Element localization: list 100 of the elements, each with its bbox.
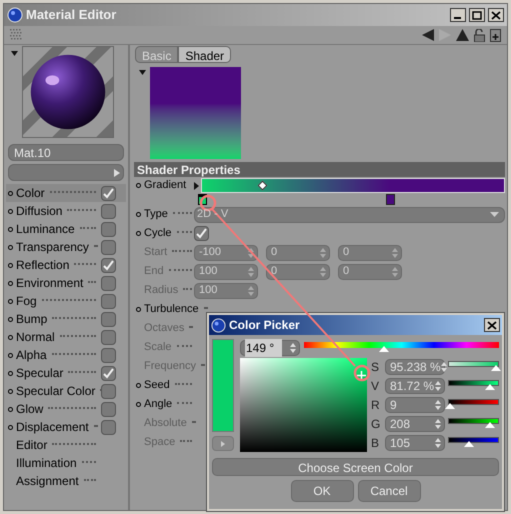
spinner-icon[interactable] [290,342,296,352]
channel-item[interactable]: Bump [6,310,126,328]
channel-item[interactable]: Normal [6,328,126,346]
channel-item[interactable]: Displacement [6,418,126,436]
channel-item[interactable]: Alpha [6,346,126,364]
slider-thumb[interactable] [484,422,495,428]
gradient-bar[interactable] [201,178,505,193]
property-label: Frequency [144,359,196,374]
slider-thumb[interactable] [491,365,502,371]
channel-letter: R [371,396,381,414]
minimize-icon [454,17,460,19]
property-label: Angle [144,397,172,412]
expand-triangle-icon[interactable] [194,182,199,190]
channel-item[interactable]: Transparency [6,238,126,256]
checkbox[interactable] [101,222,116,236]
slider-thumb[interactable] [484,384,495,390]
spinner-icon[interactable] [435,418,441,428]
channel-slider[interactable] [448,398,499,411]
channel-item[interactable]: Reflection [6,256,126,274]
channel-item[interactable]: Illumination [6,454,126,472]
channel-slider[interactable] [448,417,499,430]
checkbox[interactable] [101,402,116,416]
slider-thumb[interactable] [444,403,455,409]
property-label: Absolute [144,416,187,432]
channel-item[interactable]: Specular [6,364,126,382]
value-field[interactable]: 9 [385,396,445,412]
channel-item[interactable]: Luminance [6,220,126,238]
channel-item[interactable]: Specular Color [6,382,126,400]
value-field[interactable]: 81.72 % [385,378,445,394]
channel-slider[interactable] [448,436,499,449]
value-field[interactable]: 105 [385,434,445,450]
new-window-icon[interactable] [490,28,501,42]
hue-field[interactable]: 149 ° [240,340,300,356]
property-label: Turbulence [144,302,199,318]
channel-item[interactable]: Assignment [6,472,126,490]
close-button[interactable] [484,318,500,332]
close-button[interactable] [488,8,504,22]
checkbox[interactable] [101,330,116,344]
value-field[interactable]: 208 [385,416,445,432]
collapse-triangle-icon[interactable] [139,70,146,75]
checkbox[interactable] [101,204,116,218]
crosshair-icon[interactable] [356,370,366,380]
spinner-icon[interactable] [440,362,447,372]
checkbox[interactable] [101,276,116,290]
channel-item[interactable]: Fog [6,292,126,310]
maximize-button[interactable] [469,8,485,22]
checkbox[interactable] [194,226,209,241]
checkbox[interactable] [101,366,116,380]
saturation-value-square[interactable] [240,358,367,452]
section-header: Shader Properties [134,162,505,177]
sphere-logo-icon [211,318,226,332]
gradient-knob[interactable] [386,194,395,205]
maximize-icon [472,10,482,20]
channel-letter: B [371,434,380,452]
checkbox[interactable] [101,186,116,200]
checkbox[interactable] [101,258,116,272]
unlock-icon[interactable] [474,28,485,42]
tab[interactable]: Shader [178,46,232,63]
caret-icon [490,212,499,217]
property-label: Scale [144,340,172,356]
channel-item[interactable]: Editor [6,436,126,454]
midpoint-handle[interactable] [258,180,268,190]
choose-screen-color-button[interactable]: Choose Screen Color [212,458,499,476]
channel-letter: V [371,378,380,394]
spinner-icon[interactable] [435,400,441,410]
channel-item[interactable]: Diffusion [6,202,126,220]
channel-item[interactable]: Color [6,184,126,202]
hue-slider[interactable] [304,341,499,354]
property-label: Radius [144,283,178,298]
channel-slider[interactable] [448,379,499,392]
minimize-button[interactable] [450,8,466,22]
dialog-button[interactable]: OK [290,480,354,502]
property-label: Seed [144,378,170,394]
grip-icon[interactable] [10,29,22,41]
material-name-field[interactable]: Mat.10 [8,144,124,161]
sphere-logo-icon [7,7,23,23]
spinner-icon[interactable] [435,380,441,390]
checkbox[interactable] [101,348,116,362]
arrow-icon [114,168,120,176]
checkbox[interactable] [101,420,116,434]
channel-letter: G [371,416,382,432]
up-arrow-icon[interactable] [456,29,469,41]
window-title: Material Editor [26,6,118,24]
slider-thumb[interactable] [378,346,389,352]
checkbox[interactable] [101,384,116,398]
close-icon [491,10,501,20]
collapse-triangle-icon[interactable] [11,51,18,56]
property-label: Cycle [144,226,172,242]
checkbox[interactable] [101,312,116,326]
slider-thumb[interactable] [464,441,474,447]
checkbox[interactable] [101,294,116,308]
dialog-button[interactable]: Cancel [358,480,420,502]
checkbox[interactable] [101,240,116,254]
channel-item[interactable]: Glow [6,400,126,418]
property-label: Space [144,435,176,450]
back-arrow-icon[interactable] [422,29,434,41]
value-field[interactable]: 95.238 % [385,358,445,374]
expand-button[interactable] [212,436,234,451]
spinner-icon[interactable] [435,438,441,448]
channel-item[interactable]: Environment [6,274,126,292]
